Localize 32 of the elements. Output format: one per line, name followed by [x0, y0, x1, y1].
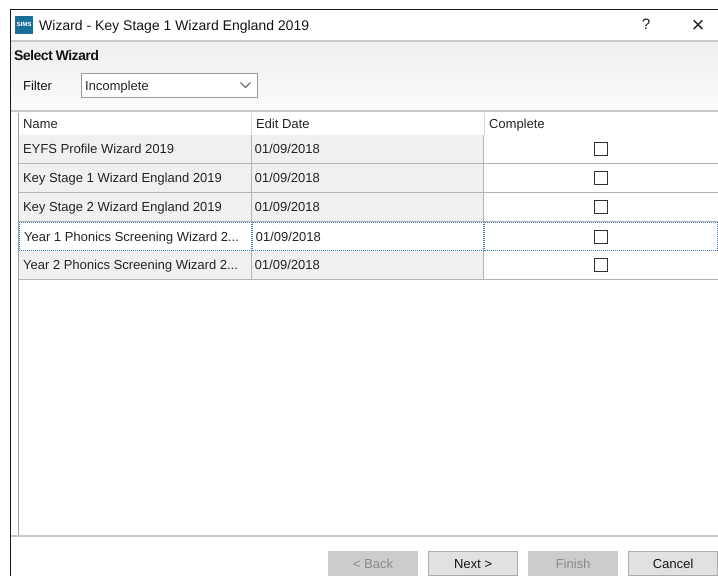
table-cell: 01/09/2018 — [252, 135, 484, 164]
table-cell: 01/09/2018 — [252, 251, 484, 280]
filter-dropdown[interactable]: Incomplete — [81, 73, 258, 98]
wizard-button[interactable]: Cancel — [628, 551, 718, 576]
table-row[interactable]: Year 1 Phonics Screening Wizard 2... 01/09/2018 — [19, 222, 718, 251]
table-row[interactable]: Key Stage 2 Wizard England 2019 01/09/2018 — [19, 193, 718, 222]
wizard-button[interactable]: Next > — [428, 551, 518, 576]
table-cell: Year 2 Phonics Screening Wizard 2... — [19, 251, 252, 280]
table-cell: EYFS Profile Wizard 2019 — [19, 135, 252, 164]
page-heading: Select Wizard — [14, 46, 100, 65]
filter-label: Filter — [23, 76, 53, 95]
checkbox[interactable] — [594, 142, 608, 156]
table-cell: Key Stage 1 Wizard England 2019 — [19, 164, 252, 193]
table-cell: 01/09/2018 — [252, 222, 484, 251]
column-header[interactable]: Complete — [489, 114, 545, 133]
window-title: Wizard - Key Stage 1 Wizard England 2019 — [39, 16, 310, 35]
checkbox[interactable] — [594, 171, 608, 185]
table-row[interactable]: Year 2 Phonics Screening Wizard 2... 01/09/2018 — [19, 251, 718, 280]
table-cell: 01/09/2018 — [252, 164, 484, 193]
checkbox[interactable] — [594, 258, 608, 272]
close-button[interactable]: × — [686, 14, 710, 36]
checkbox[interactable] — [594, 200, 608, 214]
table-row[interactable]: EYFS Profile Wizard 2019 01/09/2018 — [19, 135, 718, 164]
table-row[interactable]: Key Stage 1 Wizard England 2019 01/09/2018 — [19, 164, 718, 193]
table-cell: Key Stage 2 Wizard England 2019 — [19, 193, 252, 222]
column-header[interactable]: Name — [23, 114, 58, 133]
chevron-down-icon — [240, 82, 251, 89]
column-header[interactable]: Edit Date — [256, 114, 310, 133]
checkbox[interactable] — [594, 230, 608, 244]
table-cell: Year 1 Phonics Screening Wizard 2... — [19, 222, 252, 251]
table-cell: 01/09/2018 — [252, 193, 484, 222]
help-button[interactable]: ? — [636, 14, 656, 36]
